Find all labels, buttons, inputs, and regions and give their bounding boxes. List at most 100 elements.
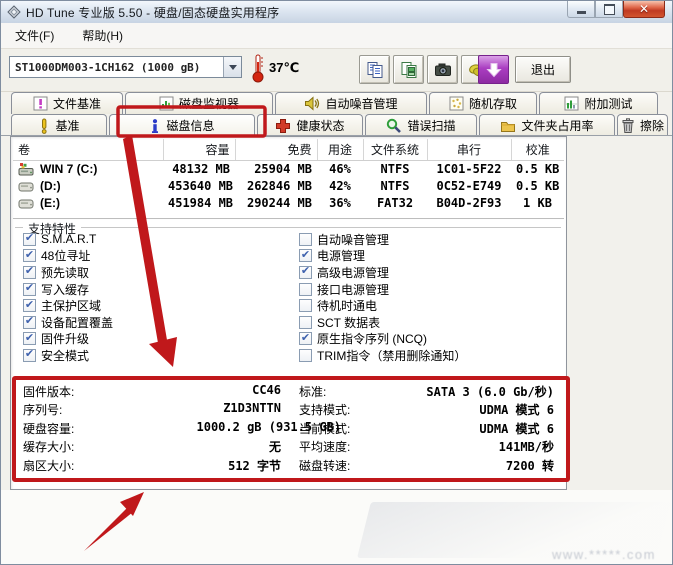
features-right-column: ✔自动噪音管理 ✔电源管理 ✔高级电源管理 ✔接口电源管理 ✔待机时通电 ✔SC…	[299, 231, 466, 364]
tab-error-scan[interactable]: 错误扫描	[365, 114, 477, 136]
checkbox-hpa[interactable]: ✔	[23, 299, 36, 312]
info-label: 硬盘容量:	[23, 422, 74, 436]
tab-file-benchmark[interactable]: 文件基准	[11, 92, 123, 114]
camera-icon	[434, 62, 452, 78]
info-row: 磁盘转速:7200 转	[299, 457, 554, 475]
feature-row: ✔S.M.A.R.T	[23, 231, 113, 248]
check-icon: ✔	[25, 300, 34, 311]
checkbox-48bit[interactable]: ✔	[23, 249, 36, 262]
checkbox-apm[interactable]: ✔	[299, 266, 312, 279]
checkbox-trim[interactable]: ✔	[299, 349, 312, 362]
exit-button[interactable]: 退出	[515, 56, 571, 83]
checkbox-sct[interactable]: ✔	[299, 316, 312, 329]
feature-label: 原生指令序列 (NCQ)	[317, 330, 427, 347]
minimize-button[interactable]	[567, 1, 595, 18]
tab-label: 擦除	[640, 117, 664, 134]
features-group-line	[15, 227, 561, 228]
serial-value: 0C52-E749	[427, 178, 511, 195]
temperature-value: 37℃	[269, 60, 299, 76]
volume-name: (E:)	[40, 196, 60, 210]
checkbox-standby[interactable]: ✔	[299, 299, 312, 312]
features-left-column: ✔S.M.A.R.T ✔48位寻址 ✔预先读取 ✔写入缓存 ✔主保护区域 ✔设备…	[23, 231, 113, 364]
feature-label: 写入缓存	[41, 281, 89, 298]
feature-row: ✔电源管理	[299, 248, 466, 265]
capacity-value: 451984 MB	[163, 195, 235, 212]
maximize-icon	[604, 4, 615, 15]
standard-value: SATA 3 (6.0 Gb/秒)	[426, 383, 554, 400]
checkbox-ncq[interactable]: ✔	[299, 332, 312, 345]
checkbox-security[interactable]: ✔	[23, 349, 36, 362]
drive-select-dropdown-button[interactable]	[223, 57, 241, 77]
tab-disk-monitor[interactable]: 磁盘监视器	[125, 92, 273, 114]
checkbox-pm[interactable]: ✔	[299, 249, 312, 262]
drive-icon	[18, 179, 35, 193]
tab-label: 文件基准	[53, 95, 101, 112]
tab-benchmark[interactable]: 基准	[11, 114, 107, 136]
maximize-button[interactable]	[595, 1, 623, 18]
copy-image-button[interactable]	[393, 55, 424, 84]
menu-file[interactable]: 文件(F)	[11, 25, 58, 46]
feature-label: SCT 数据表	[317, 314, 380, 331]
copy-text-button[interactable]	[359, 55, 390, 84]
checkbox-firmware[interactable]: ✔	[23, 332, 36, 345]
info-label: 平均速度:	[299, 440, 350, 454]
col-cluster[interactable]: 校准	[511, 139, 564, 160]
supported-mode-value: UDMA 模式 6	[479, 401, 554, 418]
col-volume[interactable]: 卷	[13, 139, 163, 160]
tab-erase[interactable]: 擦除	[617, 114, 668, 136]
tab-label: 随机存取	[469, 95, 517, 112]
tab-label: 健康状态	[296, 117, 344, 134]
window-controls: ✕	[567, 1, 665, 18]
copy-image-icon	[400, 61, 418, 79]
usage-value: 42%	[317, 178, 363, 195]
tab-label: 附加测试	[584, 95, 632, 112]
close-button[interactable]: ✕	[623, 1, 665, 18]
tab-disk-info[interactable]: 磁盘信息	[109, 114, 255, 136]
feature-row: ✔ 原生指令序列 (NCQ)	[299, 331, 466, 348]
hdtune-window: HD Tune 专业版 5.50 - 硬盘/固态硬盘实用程序 ✕ 文件(F) 帮…	[0, 0, 673, 565]
info-row: 标准: SATA 3 (6.0 Gb/秒)	[299, 383, 554, 401]
disk-monitor-icon	[159, 96, 174, 111]
folder-icon	[500, 119, 516, 133]
tab-auto-acoustic[interactable]: 自动噪音管理	[275, 92, 427, 114]
tab-extra-tests[interactable]: 附加测试	[539, 92, 658, 114]
screenshot-button[interactable]	[427, 55, 458, 84]
tab-label: 文件夹占用率	[521, 117, 593, 134]
drive-select[interactable]: ST1000DM003-1CH162 (1000 gB)	[9, 56, 242, 78]
checkbox-dco[interactable]: ✔	[23, 316, 36, 329]
checkbox-writecache[interactable]: ✔	[23, 283, 36, 296]
info-label: 标准:	[299, 385, 326, 399]
chevron-down-icon	[229, 65, 237, 70]
checkbox-aam[interactable]: ✔	[299, 233, 312, 246]
col-filesystem[interactable]: 文件系统	[363, 139, 427, 160]
feature-label: 预先读取	[41, 264, 89, 281]
tab-row-1: 文件基准 磁盘监视器 自动噪音管理 随机存取 附加测试	[11, 92, 666, 114]
cluster-value: 0.5 KB	[511, 160, 564, 178]
exit-label: 退出	[531, 61, 555, 78]
feature-row: ✔主保护区域	[23, 297, 113, 314]
update-button[interactable]	[478, 55, 509, 84]
table-row[interactable]: (E:) 451984 MB 290244 MB 36% FAT32 B04D-…	[13, 195, 564, 212]
col-capacity[interactable]: 容量	[163, 139, 235, 160]
tab-health[interactable]: 健康状态	[257, 114, 363, 136]
col-serial[interactable]: 串行	[427, 139, 511, 160]
info-row: 平均速度:141MB/秒	[299, 438, 554, 456]
tab-random-access[interactable]: 随机存取	[429, 92, 537, 114]
menu-help[interactable]: 帮助(H)	[78, 25, 127, 46]
menubar: 文件(F) 帮助(H)	[1, 23, 672, 49]
checkbox-ipm[interactable]: ✔	[299, 283, 312, 296]
check-icon: ✔	[25, 266, 34, 277]
col-usage[interactable]: 用途	[317, 139, 363, 160]
window-title: HD Tune 专业版 5.50 - 硬盘/固态硬盘实用程序	[26, 4, 279, 21]
checkbox-readahead[interactable]: ✔	[23, 266, 36, 279]
filesystem-value: NTFS	[363, 160, 427, 178]
info-row: 支持模式:UDMA 模式 6	[299, 401, 554, 419]
table-row[interactable]: (D:) 453640 MB 262846 MB 42% NTFS 0C52-E…	[13, 178, 564, 195]
check-icon: ✔	[301, 333, 310, 344]
checkbox-smart[interactable]: ✔	[23, 233, 36, 246]
col-free[interactable]: 免费	[235, 139, 317, 160]
current-mode-value: UDMA 模式 6	[479, 420, 554, 437]
rotation-speed-value: 7200 转	[506, 457, 554, 474]
table-row[interactable]: WIN 7 (C:) 48132 MB 25904 MB 46% NTFS 1C…	[13, 160, 564, 178]
tab-folder-usage[interactable]: 文件夹占用率	[479, 114, 615, 136]
